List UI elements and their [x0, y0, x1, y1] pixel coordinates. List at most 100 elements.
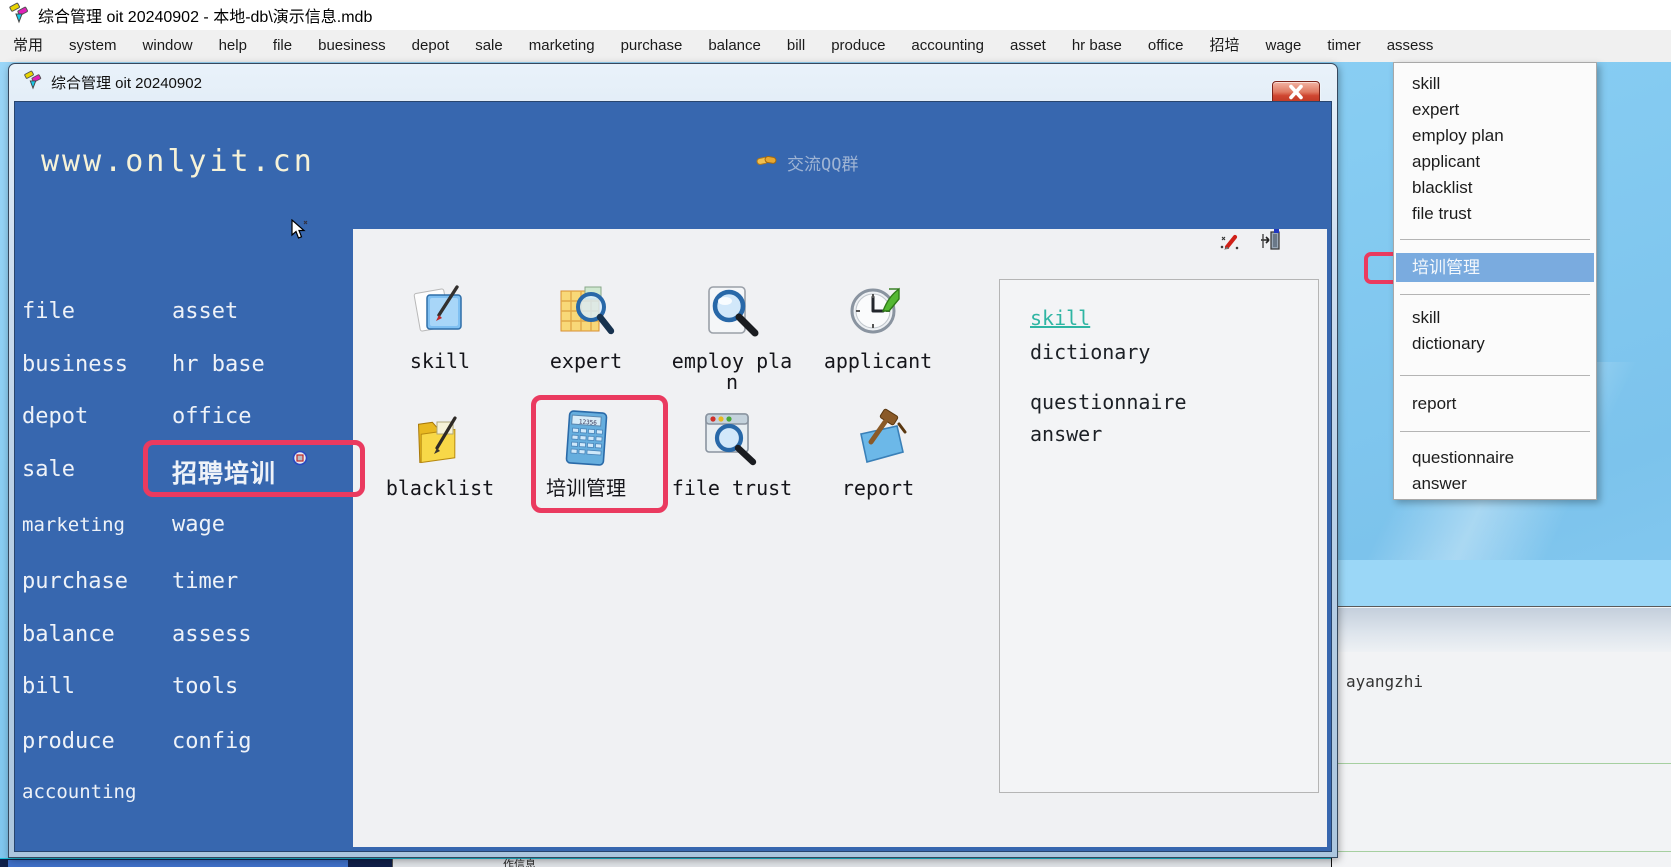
app-titlebar: 综合管理 oit 20240902 - 本地-db\演示信息.mdb — [0, 0, 1671, 30]
menubar-item-accounting[interactable]: accounting — [898, 30, 997, 62]
dropdown-item-questionnaire-line1[interactable]: questionnaire — [1412, 445, 1514, 471]
calculator-icon: 12356 — [520, 408, 652, 470]
background-user-text: ayangzhi — [1346, 672, 1423, 691]
menubar-item-window[interactable]: window — [130, 30, 206, 62]
quick-link-skill[interactable]: skill — [1030, 306, 1090, 330]
sidebar-item-sale[interactable]: sale — [22, 457, 75, 482]
dropdown-item-questionnaire-line2[interactable]: answer — [1412, 471, 1467, 497]
menubar-item-timer[interactable]: timer — [1314, 30, 1373, 62]
sidebar-item-assess[interactable]: assess — [172, 622, 251, 647]
exit-door-icon[interactable] — [1259, 228, 1281, 256]
dropdown-item-employ-plan[interactable]: employ plan — [1412, 123, 1504, 149]
recruit-training-dropdown-menu: skill expert employ plan applicant black… — [1393, 62, 1597, 500]
module-applicant[interactable]: applicant — [812, 281, 944, 372]
module-label: employ plan — [666, 351, 798, 393]
background-divider — [1332, 763, 1671, 764]
module-label: blacklist — [374, 478, 506, 499]
menubar-item-office[interactable]: office — [1135, 30, 1197, 62]
menubar-item-balance[interactable]: balance — [695, 30, 774, 62]
dropdown-item-report[interactable]: report — [1412, 391, 1456, 417]
handshake-icon — [756, 153, 778, 172]
module-employ-plan[interactable]: employ plan — [666, 281, 798, 393]
background-window: ayangzhi — [1331, 560, 1671, 867]
dropdown-separator — [1400, 239, 1590, 240]
dropdown-separator — [1400, 294, 1590, 295]
qq-group-link[interactable]: 交流QQ群 — [756, 150, 858, 175]
sidebar-item-accounting[interactable]: accounting — [22, 781, 136, 803]
sidebar-item-business[interactable]: business — [22, 352, 128, 377]
gavel-icon — [812, 408, 944, 470]
menubar-item-changyong[interactable]: 常用 — [0, 30, 56, 62]
svg-text:12356: 12356 — [579, 419, 598, 427]
sidebar-item-recruit-training[interactable]: 招聘培训 — [172, 454, 276, 490]
quick-link-answer[interactable]: answer — [1030, 422, 1102, 446]
module-report[interactable]: report — [812, 408, 944, 499]
dropdown-item-skill[interactable]: skill — [1412, 71, 1440, 97]
quick-link-dictionary[interactable]: dictionary — [1030, 340, 1150, 364]
screen: 综合管理 oit 20240902 - 本地-db\演示信息.mdb 常用 sy… — [0, 0, 1671, 867]
sidebar-item-timer[interactable]: timer — [172, 569, 238, 594]
window-logo-icon — [23, 70, 43, 95]
sidebar-item-bill[interactable]: bill — [22, 674, 75, 699]
dropdown-item-training-management[interactable]: 培训管理 — [1396, 253, 1594, 282]
dropdown-item-skill-dictionary-line1[interactable]: skill — [1412, 305, 1440, 331]
bottom-light-segment: 作信息 — [392, 859, 1331, 867]
module-expert[interactable]: expert — [520, 281, 652, 372]
sidebar-item-config[interactable]: config — [172, 729, 251, 754]
menubar-item-asset[interactable]: asset — [997, 30, 1059, 62]
menubar-item-produce[interactable]: produce — [818, 30, 898, 62]
menubar-item-help[interactable]: help — [206, 30, 260, 62]
main-window-titlebar[interactable]: 综合管理 oit 20240902 — [9, 64, 1337, 101]
busy-marker-icon — [292, 450, 308, 470]
sidebar-item-file[interactable]: file — [22, 299, 75, 324]
menubar-item-sale[interactable]: sale — [462, 30, 516, 62]
menubar-item-marketing[interactable]: marketing — [516, 30, 608, 62]
module-skill[interactable]: skill — [374, 281, 506, 372]
quick-link-questionnaire[interactable]: questionnaire — [1030, 390, 1187, 414]
module-label: 培训管理 — [520, 478, 652, 499]
dropdown-item-expert[interactable]: expert — [1412, 97, 1459, 123]
menubar-item-buesiness[interactable]: buesiness — [305, 30, 399, 62]
menubar-item-purchase[interactable]: purchase — [608, 30, 696, 62]
app-title: 综合管理 oit 20240902 - 本地-db\演示信息.mdb — [38, 3, 372, 27]
background-window-body: ayangzhi — [1332, 652, 1671, 867]
module-blacklist[interactable]: blacklist — [374, 408, 506, 499]
app-menubar: 常用 system window help file buesiness dep… — [0, 30, 1671, 62]
clock-arrow-icon — [812, 281, 944, 343]
edit-pencil-icon[interactable] — [1219, 230, 1241, 256]
background-window-toolbar — [1332, 608, 1671, 652]
sidebar-item-wage[interactable]: wage — [172, 512, 225, 537]
mouse-cursor-icon — [289, 219, 309, 245]
module-label: applicant — [812, 351, 944, 372]
background-window-header — [1332, 560, 1671, 607]
module-file-trust[interactable]: file trust — [666, 408, 798, 499]
sidebar-item-purchase[interactable]: purchase — [22, 569, 128, 594]
menubar-item-file[interactable]: file — [260, 30, 305, 62]
dropdown-separator — [1400, 375, 1590, 376]
sidebar-item-tools[interactable]: tools — [172, 674, 238, 699]
menubar-item-hr-base[interactable]: hr base — [1059, 30, 1135, 62]
sidebar-item-depot[interactable]: depot — [22, 404, 88, 429]
main-window-title: 综合管理 oit 20240902 — [51, 72, 202, 93]
menubar-item-zhaopei[interactable]: 招培 — [1196, 30, 1252, 62]
menubar-item-system[interactable]: system — [56, 30, 130, 62]
module-training-management[interactable]: 12356 培训管理 — [520, 408, 652, 499]
sheet-magnifier-icon — [520, 281, 652, 343]
sidebar-item-marketing[interactable]: marketing — [22, 514, 125, 536]
sidebar-item-produce[interactable]: produce — [22, 729, 115, 754]
sidebar-item-asset[interactable]: asset — [172, 299, 238, 324]
menubar-item-bill[interactable]: bill — [774, 30, 818, 62]
sidebar-item-balance[interactable]: balance — [22, 622, 115, 647]
menubar-item-wage[interactable]: wage — [1253, 30, 1315, 62]
dropdown-item-blacklist[interactable]: blacklist — [1412, 175, 1472, 201]
note-pen-icon — [374, 281, 506, 343]
document-magnifier-icon — [666, 281, 798, 343]
dropdown-item-file-trust[interactable]: file trust — [1412, 201, 1472, 227]
menubar-item-depot[interactable]: depot — [399, 30, 463, 62]
dropdown-item-applicant[interactable]: applicant — [1412, 149, 1480, 175]
sidebar-item-hr-base[interactable]: hr base — [172, 352, 265, 377]
dropdown-item-skill-dictionary-line2[interactable]: dictionary — [1412, 331, 1485, 357]
sidebar-item-office[interactable]: office — [172, 404, 251, 429]
brand-link[interactable]: www.onlyit.cn — [41, 144, 315, 179]
menubar-item-assess[interactable]: assess — [1374, 30, 1447, 62]
